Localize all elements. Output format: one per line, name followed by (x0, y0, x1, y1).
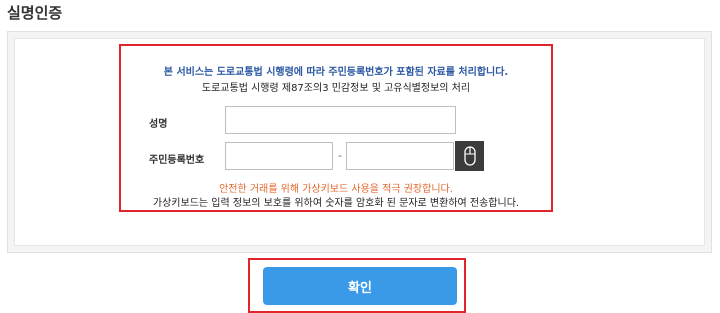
notice-secondary: 도로교통법 시행령 제87조의3 민감정보 및 고유식별정보의 처리 (201, 83, 471, 94)
keyboard-warning: 안전한 거래를 위해 가상키보드 사용을 적극 권장합니다. (219, 184, 453, 195)
name-input[interactable] (225, 106, 456, 134)
virtual-keyboard-button[interactable] (455, 141, 484, 171)
confirm-button[interactable]: 확인 (263, 267, 457, 305)
rrn-label: 주민등록번호 (149, 155, 205, 166)
rrn-separator: - (338, 149, 342, 162)
rrn-back-input[interactable] (346, 142, 454, 170)
section-title: 실명인증 (7, 4, 63, 22)
mouse-icon (463, 146, 476, 166)
keyboard-info: 가상키보드는 입력 정보의 보호를 위하여 숫자를 암호화 된 문자로 변환하여… (152, 198, 520, 209)
notice-primary: 본 서비스는 도로교통법 시행령에 따라 주민등록번호가 포함된 자료를 처리합… (163, 67, 509, 78)
rrn-front-input[interactable] (225, 142, 333, 170)
name-label: 성명 (149, 119, 168, 130)
